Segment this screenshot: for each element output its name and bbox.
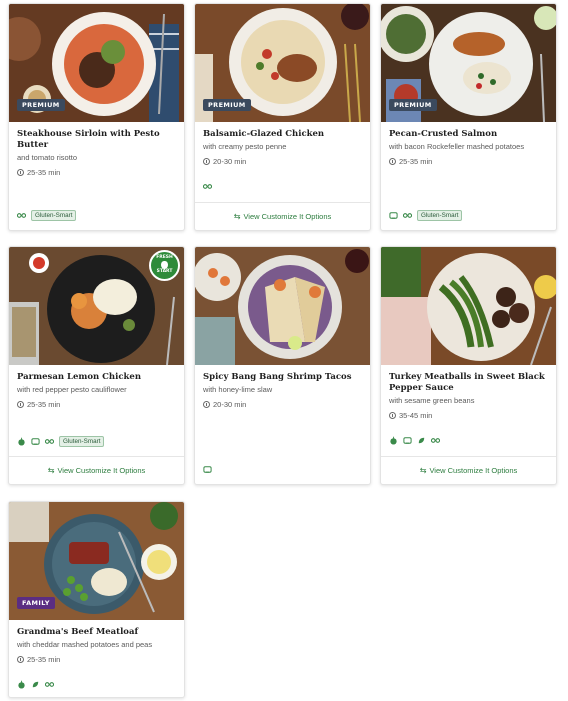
cook-time: 20-30 min <box>203 157 362 166</box>
meal-subtitle: with honey-lime slaw <box>203 385 273 394</box>
cook-time-label: 25-35 min <box>27 400 61 409</box>
gluten-smart-tag: Gluten-Smart <box>59 436 105 447</box>
meal-tags <box>203 465 212 474</box>
cook-time-label: 20-30 min <box>213 400 247 409</box>
meal-image[interactable]: PREMIUM <box>9 4 184 122</box>
cook-time: 25-35 min <box>389 157 548 166</box>
chef-hat-icon <box>31 438 40 445</box>
apple-icon <box>18 437 25 446</box>
customize-options-link[interactable]: ⇆ View Customize It Options <box>195 202 370 230</box>
customize-options-label[interactable]: View Customize It Options <box>429 466 517 475</box>
clock-icon <box>389 412 396 419</box>
leaf-icon <box>32 681 39 688</box>
chef-hat-icon <box>403 437 412 444</box>
clock-icon <box>17 169 24 176</box>
fork-knife-icon <box>45 439 54 444</box>
meal-image[interactable] <box>381 247 556 365</box>
apple-icon <box>18 680 25 689</box>
clock-icon <box>203 158 210 165</box>
fork-knife-icon <box>203 184 212 189</box>
meal-tags <box>17 680 54 689</box>
customize-options-link[interactable]: ⇆ View Customize It Options <box>381 456 556 484</box>
family-badge: FAMILY <box>17 597 55 609</box>
cook-time: 25-35 min <box>17 655 176 664</box>
cook-time: 25-35 min <box>17 168 176 177</box>
meal-subtitle: with cheddar mashed potatoes and peas <box>17 640 153 649</box>
meal-title[interactable]: Turkey Meatballs in Sweet Black Pepper S… <box>389 372 548 394</box>
meal-title[interactable]: Pecan-Crusted Salmon <box>389 129 548 140</box>
meal-image[interactable]: PREMIUM <box>381 4 556 122</box>
cook-time-label: 20-30 min <box>213 157 247 166</box>
cook-time-label: 35-45 min <box>399 411 433 420</box>
chef-hat-icon <box>389 212 398 219</box>
meal-image[interactable]: FAMILY <box>9 502 184 620</box>
fresh-start-badge: FRESH START <box>149 250 180 281</box>
meal-tags: Gluten-Smart <box>389 210 463 221</box>
cook-time: 35-45 min <box>389 411 548 420</box>
meal-subtitle: with bacon Rockefeller mashed potatoes <box>389 142 525 151</box>
meal-subtitle: with sesame green beans <box>389 396 475 405</box>
meal-card[interactable]: Spicy Bang Bang Shrimp Tacos with honey-… <box>194 246 371 485</box>
meal-card[interactable]: FRESH START Parmesan Lemon Chicken with … <box>8 246 185 485</box>
swap-icon: ⇆ <box>419 466 427 475</box>
apple-icon <box>390 436 397 445</box>
meal-card[interactable]: Turkey Meatballs in Sweet Black Pepper S… <box>380 246 557 485</box>
meal-title[interactable]: Parmesan Lemon Chicken <box>17 372 176 383</box>
leaf-icon <box>418 437 425 444</box>
clock-icon <box>389 158 396 165</box>
chef-hat-icon <box>203 466 212 473</box>
cook-time: 25-35 min <box>17 400 176 409</box>
fork-knife-icon <box>45 682 54 687</box>
clock-icon <box>17 401 24 408</box>
meal-card[interactable]: PREMIUM Balsamic-Glazed Chicken with cre… <box>194 3 371 231</box>
meal-image[interactable] <box>195 247 370 365</box>
meal-subtitle: and tomato risotto <box>17 153 78 162</box>
swap-icon: ⇆ <box>47 466 55 475</box>
premium-badge: PREMIUM <box>203 99 251 111</box>
meal-subtitle: with red pepper pesto cauliflower <box>17 385 127 394</box>
meal-tags: Gluten-Smart <box>17 210 77 221</box>
cook-time-label: 25-35 min <box>399 157 433 166</box>
meal-title[interactable]: Balsamic-Glazed Chicken <box>203 129 362 140</box>
premium-badge: PREMIUM <box>17 99 65 111</box>
cook-time: 20-30 min <box>203 400 362 409</box>
cook-time-label: 25-35 min <box>27 168 61 177</box>
customize-options-label[interactable]: View Customize It Options <box>243 212 331 221</box>
fork-knife-icon <box>17 213 26 218</box>
swap-icon: ⇆ <box>233 212 241 221</box>
clock-icon <box>203 401 210 408</box>
meal-card[interactable]: PREMIUM Pecan-Crusted Salmon with bacon … <box>380 3 557 231</box>
gluten-smart-tag: Gluten-Smart <box>31 210 77 221</box>
gluten-smart-tag: Gluten-Smart <box>417 210 463 221</box>
meal-image[interactable]: FRESH START <box>9 247 184 365</box>
fresh-start-bottom-label: START <box>156 269 173 275</box>
meal-title[interactable]: Grandma's Beef Meatloaf <box>17 627 176 638</box>
meal-tags: Gluten-Smart <box>17 436 105 447</box>
meal-image[interactable]: PREMIUM <box>195 4 370 122</box>
meal-card[interactable]: PREMIUM Steakhouse Sirloin with Pesto Bu… <box>8 3 185 231</box>
customize-options-link[interactable]: ⇆ View Customize It Options <box>9 456 184 484</box>
premium-badge: PREMIUM <box>389 99 437 111</box>
meal-subtitle: with creamy pesto penne <box>203 142 287 151</box>
fork-knife-icon <box>403 213 412 218</box>
clock-icon <box>17 656 24 663</box>
meal-tags <box>389 436 440 445</box>
meal-title[interactable]: Spicy Bang Bang Shrimp Tacos <box>203 372 362 383</box>
fork-knife-icon <box>431 438 440 443</box>
cook-time-label: 25-35 min <box>27 655 61 664</box>
meal-title[interactable]: Steakhouse Sirloin with Pesto Butter <box>17 129 176 151</box>
customize-options-label[interactable]: View Customize It Options <box>57 466 145 475</box>
apple-icon <box>161 261 168 269</box>
meal-card[interactable]: FAMILY Grandma's Beef Meatloaf with ched… <box>8 501 185 698</box>
meal-tags <box>203 182 212 191</box>
